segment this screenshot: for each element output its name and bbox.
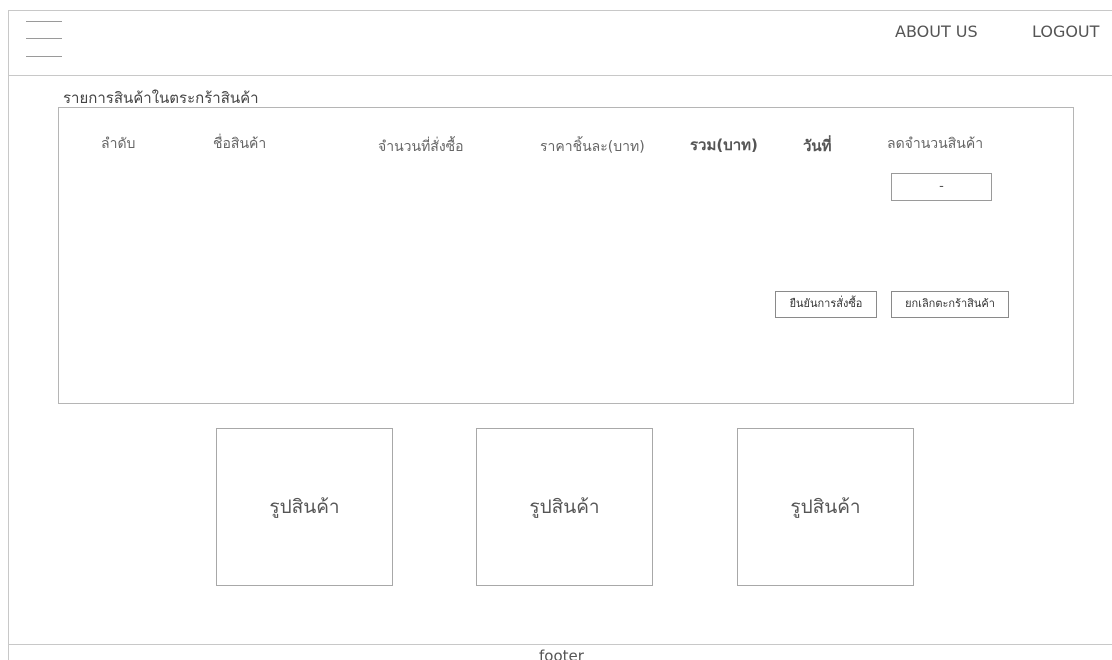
menu-line [26, 21, 62, 22]
product-image-placeholder[interactable]: รูปสินค้า [216, 428, 393, 586]
column-header-total: รวม(บาท) [690, 136, 758, 154]
reduce-quantity-button[interactable]: - [891, 173, 992, 201]
column-header-unit-price: ราคาชิ้นละ(บาท) [540, 139, 645, 155]
product-image-placeholder[interactable]: รูปสินค้า [476, 428, 653, 586]
column-header-index: ลำดับ [101, 136, 136, 152]
confirm-order-button[interactable]: ยืนยันการสั่งซื้อ [775, 291, 877, 318]
column-header-reduce-quantity: ลดจำนวนสินค้า [887, 136, 984, 152]
nav-about-us-link[interactable]: ABOUT US [895, 22, 978, 41]
nav-logout-link[interactable]: LOGOUT [1032, 22, 1099, 41]
footer-label: footer [539, 647, 584, 660]
column-header-quantity: จำนวนที่สั่งซื้อ [378, 139, 464, 155]
column-header-date: วันที่ [803, 137, 832, 155]
page-footer: footer [8, 644, 1112, 660]
cancel-cart-button[interactable]: ยกเลิกตะกร้าสินค้า [891, 291, 1009, 318]
top-header [8, 10, 1112, 76]
menu-line [26, 56, 62, 57]
hamburger-menu-icon[interactable] [26, 21, 62, 57]
column-header-product-name: ชื่อสินค้า [213, 136, 267, 152]
product-image-placeholder[interactable]: รูปสินค้า [737, 428, 914, 586]
menu-line [26, 38, 62, 39]
